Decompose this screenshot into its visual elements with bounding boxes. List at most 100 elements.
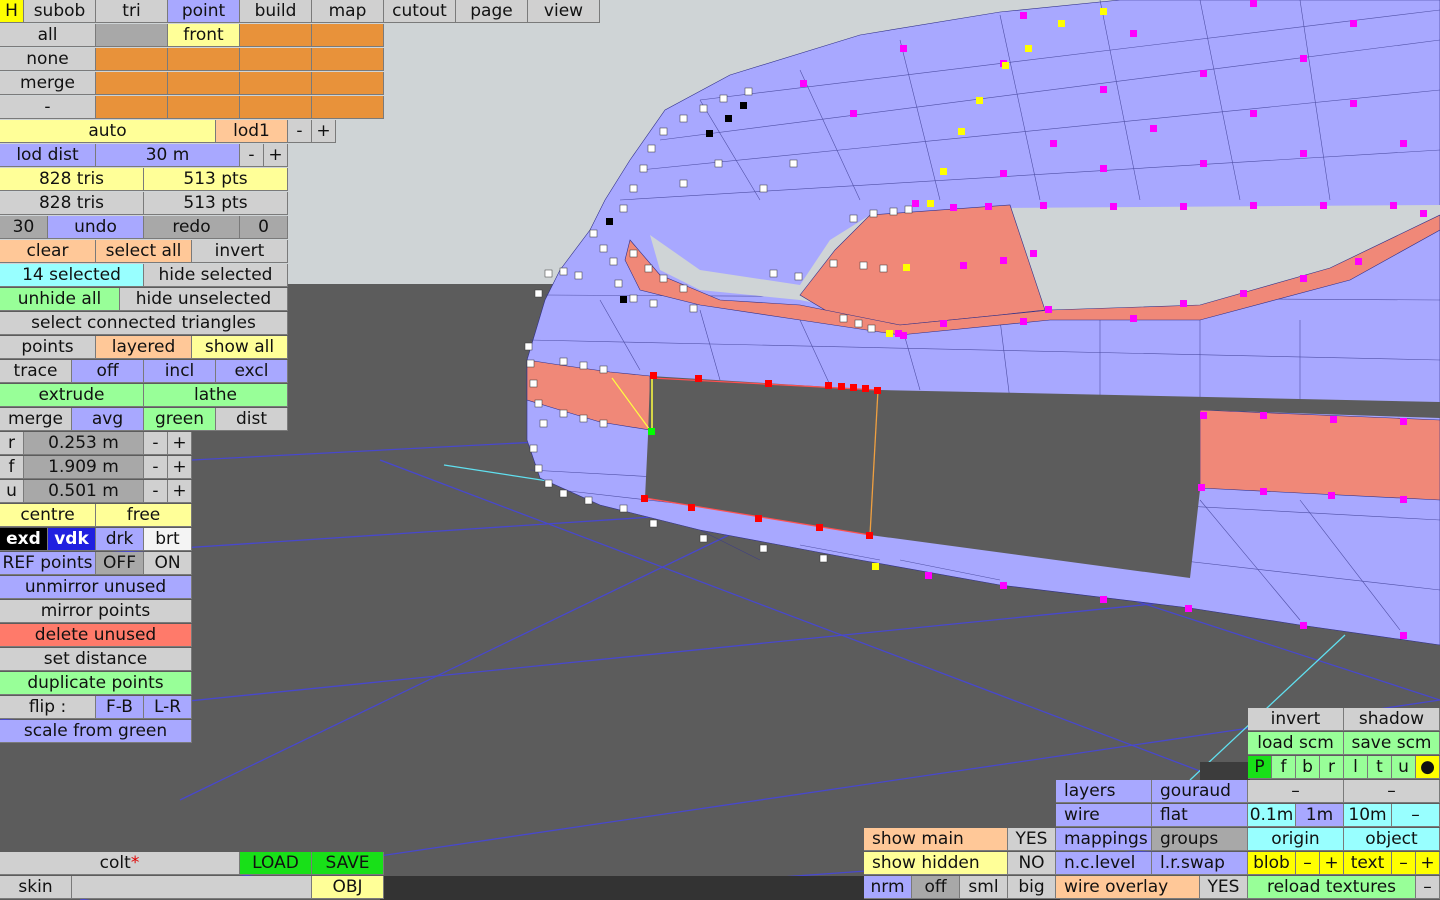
blob-button[interactable]: blob	[1248, 852, 1296, 875]
u-plus-button[interactable]: +	[168, 480, 192, 503]
points-mode-button[interactable]: points	[0, 336, 96, 359]
undo-button[interactable]: undo	[48, 216, 144, 239]
merge-dist-button[interactable]: dist	[216, 408, 288, 431]
nrm-button[interactable]: nrm	[864, 876, 912, 899]
grid-cell[interactable]	[312, 72, 384, 95]
grid-cell[interactable]	[96, 72, 168, 95]
show-main-value[interactable]: YES	[1008, 828, 1056, 851]
save-scm-button[interactable]: save scm	[1344, 732, 1440, 755]
grid-cell[interactable]	[240, 24, 312, 47]
lod-dist-plus-button[interactable]: +	[264, 144, 288, 167]
select-all-button[interactable]: all	[0, 24, 96, 47]
dash-right-button[interactable]: –	[1344, 780, 1440, 803]
grid-cell[interactable]	[168, 72, 240, 95]
big-button[interactable]: big	[1008, 876, 1056, 899]
delete-unused-button[interactable]: delete unused	[0, 624, 192, 647]
grid-cell[interactable]	[96, 48, 168, 71]
mirror-points-button[interactable]: mirror points	[0, 600, 192, 623]
tab-page[interactable]: page	[456, 0, 528, 23]
wire-overlay-button[interactable]: wire overlay	[1056, 876, 1200, 899]
load-scm-button[interactable]: load scm	[1248, 732, 1344, 755]
lod1-button[interactable]: lod1	[216, 120, 288, 143]
grid-cell[interactable]	[168, 48, 240, 71]
select-none-button[interactable]: none	[0, 48, 96, 71]
grid-cell[interactable]	[312, 96, 384, 119]
view-t-button[interactable]: t	[1368, 756, 1392, 779]
clear-button[interactable]: clear	[0, 240, 96, 263]
wire-overlay-value[interactable]: YES	[1200, 876, 1248, 899]
wire-button[interactable]: wire	[1056, 804, 1152, 827]
redo-button[interactable]: redo	[144, 216, 240, 239]
grid-10m-button[interactable]: 10m	[1344, 804, 1392, 827]
ref-off-button[interactable]: OFF	[96, 552, 144, 575]
ref-on-button[interactable]: ON	[144, 552, 192, 575]
drk-button[interactable]: drk	[96, 528, 144, 551]
invert-selection-button[interactable]: invert	[192, 240, 288, 263]
flip-fb-button[interactable]: F-B	[96, 696, 144, 719]
blob-plus-button[interactable]: +	[1320, 852, 1344, 875]
f-minus-button[interactable]: -	[144, 456, 168, 479]
duplicate-points-button[interactable]: duplicate points	[0, 672, 192, 695]
lod-minus-button[interactable]: -	[288, 120, 312, 143]
f-plus-button[interactable]: +	[168, 456, 192, 479]
object-button[interactable]: object	[1344, 828, 1440, 851]
r-value[interactable]: 0.253 m	[24, 432, 144, 455]
vdk-button[interactable]: vdk	[48, 528, 96, 551]
grid-cell[interactable]	[168, 96, 240, 119]
flat-button[interactable]: flat	[1152, 804, 1248, 827]
grid-cell[interactable]	[96, 24, 168, 47]
trace-off-button[interactable]: off	[72, 360, 144, 383]
f-value[interactable]: 1.909 m	[24, 456, 144, 479]
lr-swap-button[interactable]: l.r.swap	[1152, 852, 1248, 875]
h-button[interactable]: H	[0, 0, 24, 23]
grid-01m-button[interactable]: 0.1m	[1248, 804, 1296, 827]
text-button[interactable]: text	[1344, 852, 1392, 875]
tab-point[interactable]: point	[168, 0, 240, 23]
tab-map[interactable]: map	[312, 0, 384, 23]
view-l-button[interactable]: l	[1344, 756, 1368, 779]
view-f-button[interactable]: f	[1272, 756, 1296, 779]
dot-icon[interactable]: ●	[1416, 756, 1440, 779]
lod-dist-minus-button[interactable]: -	[240, 144, 264, 167]
grid-cell[interactable]	[312, 24, 384, 47]
merge-avg-button[interactable]: avg	[72, 408, 144, 431]
blob-minus-button[interactable]: –	[1296, 852, 1320, 875]
nc-level-button[interactable]: n.c.level	[1056, 852, 1152, 875]
lathe-button[interactable]: lathe	[144, 384, 288, 407]
view-u-button[interactable]: u	[1392, 756, 1416, 779]
grid-1m-button[interactable]: 1m	[1296, 804, 1344, 827]
reload-textures-button[interactable]: reload textures	[1248, 876, 1416, 899]
merge-button[interactable]: merge	[0, 408, 72, 431]
lod-plus-button[interactable]: +	[312, 120, 336, 143]
layered-mode-button[interactable]: layered	[96, 336, 192, 359]
front-view-button[interactable]: front	[168, 24, 240, 47]
show-hidden-value[interactable]: NO	[1008, 852, 1056, 875]
skin-field[interactable]	[72, 876, 312, 899]
set-distance-button[interactable]: set distance	[0, 648, 192, 671]
groups-button[interactable]: groups	[1152, 828, 1248, 851]
merge-green-button[interactable]: green	[144, 408, 216, 431]
tab-tri[interactable]: tri	[96, 0, 168, 23]
skin-button[interactable]: skin	[0, 876, 72, 899]
sml-button[interactable]: sml	[960, 876, 1008, 899]
trace-incl-button[interactable]: incl	[144, 360, 216, 383]
save-button[interactable]: SAVE	[312, 852, 384, 875]
show-all-button[interactable]: show all	[192, 336, 288, 359]
view-b-button[interactable]: b	[1296, 756, 1320, 779]
load-button[interactable]: LOAD	[240, 852, 312, 875]
brt-button[interactable]: brt	[144, 528, 192, 551]
origin-button[interactable]: origin	[1248, 828, 1344, 851]
trace-excl-button[interactable]: excl	[216, 360, 288, 383]
centre-button[interactable]: centre	[0, 504, 96, 527]
hide-unselected-button[interactable]: hide unselected	[120, 288, 288, 311]
tab-view[interactable]: view	[528, 0, 600, 23]
merge-grid-button[interactable]: merge	[0, 72, 96, 95]
mappings-button[interactable]: mappings	[1056, 828, 1152, 851]
gouraud-button[interactable]: gouraud	[1152, 780, 1248, 803]
hide-selected-button[interactable]: hide selected	[144, 264, 288, 287]
invert-button[interactable]: invert	[1248, 708, 1344, 731]
lod-auto-button[interactable]: auto	[0, 120, 216, 143]
grid-cell[interactable]	[96, 96, 168, 119]
view-p-button[interactable]: P	[1248, 756, 1272, 779]
off-button[interactable]: off	[912, 876, 960, 899]
